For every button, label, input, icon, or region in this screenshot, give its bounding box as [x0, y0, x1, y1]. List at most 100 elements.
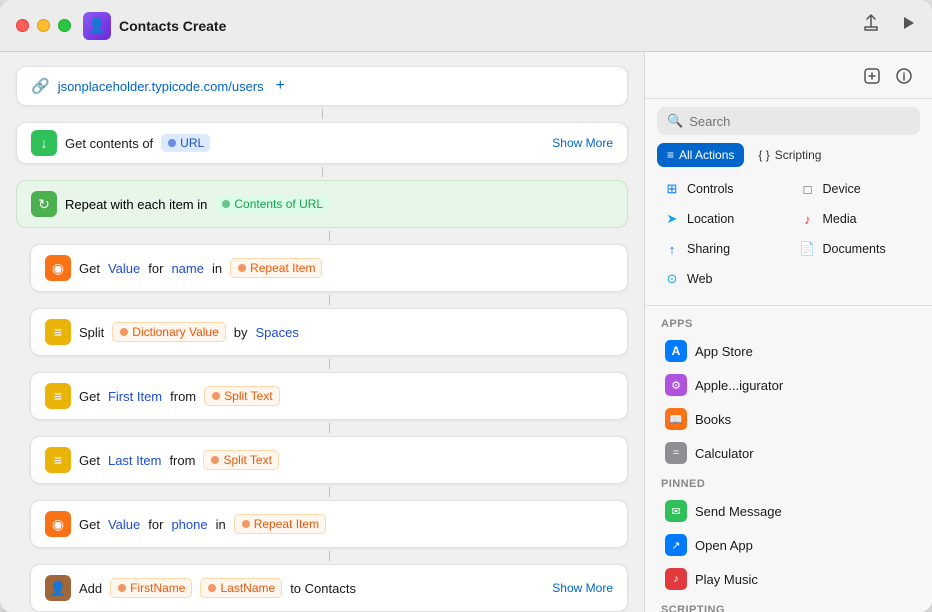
value-word: Value	[108, 261, 140, 276]
url-bar[interactable]: 🔗 jsonplaceholder.typicode.com/users +	[16, 66, 628, 106]
connector-6	[30, 423, 628, 433]
all-actions-label: All Actions	[679, 148, 734, 162]
list-item-play-music[interactable]: ♪ Play Music	[657, 562, 920, 596]
workflow-panel: 🔗 jsonplaceholder.typicode.com/users + ↓…	[0, 52, 644, 612]
connector-5	[30, 359, 628, 369]
list-item-calculator[interactable]: = Calculator	[657, 436, 920, 470]
books-icon: 📖	[665, 408, 687, 430]
split-text-token-1: Split Text	[204, 386, 279, 406]
show-more-btn-2[interactable]: Show More	[552, 581, 613, 595]
list-item-books[interactable]: 📖 Books	[657, 402, 920, 436]
search-bar[interactable]: 🔍	[657, 107, 920, 135]
sharing-icon: ↑	[663, 240, 681, 258]
apple-config-label: Apple...igurator	[695, 378, 783, 393]
connector-7	[30, 487, 628, 497]
apps-section-header: Apps	[657, 310, 920, 334]
list-item-app-store[interactable]: A App Store	[657, 334, 920, 368]
repeat-label: Repeat with each item in	[65, 197, 207, 212]
search-input[interactable]	[689, 114, 910, 129]
info-button[interactable]	[890, 62, 918, 90]
repeat-item-token-1: Repeat Item	[230, 258, 322, 278]
cat-documents[interactable]: 📄 Documents	[793, 235, 921, 263]
calculator-label: Calculator	[695, 446, 754, 461]
by-label: by	[234, 325, 248, 340]
get-contents-block[interactable]: ↓ Get contents of URL Show More	[16, 122, 628, 164]
split-label: Split	[79, 325, 104, 340]
list-item-apple-configurator[interactable]: ⚙ Apple...igurator	[657, 368, 920, 402]
play-music-icon: ♪	[665, 568, 687, 590]
url-token: URL	[161, 134, 210, 152]
get-first-icon: ≡	[45, 383, 71, 409]
get-last-icon: ≡	[45, 447, 71, 473]
cat-sharing[interactable]: ↑ Sharing	[657, 235, 785, 263]
app-store-label: App Store	[695, 344, 753, 359]
send-message-label: Send Message	[695, 504, 782, 519]
web-icon: ⊙	[663, 270, 681, 288]
run-button[interactable]	[900, 15, 916, 36]
split-text-token-2: Split Text	[203, 450, 278, 470]
list-item-send-message[interactable]: ✉ Send Message	[657, 494, 920, 528]
add-contacts-block[interactable]: 👤 Add FirstName LastName to Contacts Sho…	[30, 564, 628, 612]
show-more-btn-1[interactable]: Show More	[552, 136, 613, 150]
repeat-block[interactable]: ↻ Repeat with each item in Contents of U…	[16, 180, 628, 228]
add-action-button[interactable]	[858, 62, 886, 90]
phone-word: phone	[171, 517, 207, 532]
cat-device[interactable]: □ Device	[793, 175, 921, 203]
get-label: Get	[79, 261, 100, 276]
url-text: jsonplaceholder.typicode.com/users	[58, 79, 264, 94]
tab-all-actions[interactable]: ≡ All Actions	[657, 143, 744, 167]
titlebar-actions	[862, 14, 916, 37]
app-icon: 👤	[83, 12, 111, 40]
actions-grid: ⊞ Controls □ Device ➤ Location ♪ Media ↑	[645, 175, 932, 301]
panel-list: Apps A App Store ⚙ Apple...igurator 📖 Bo…	[645, 310, 932, 612]
list-item-open-app[interactable]: ↗ Open App	[657, 528, 920, 562]
cat-web[interactable]: ⊙ Web	[657, 265, 785, 293]
controls-icon: ⊞	[663, 180, 681, 198]
cat-controls[interactable]: ⊞ Controls	[657, 175, 785, 203]
dict-value-token: Dictionary Value	[112, 322, 225, 342]
get-phone-block[interactable]: ◉ Get Value for phone in Repeat Item	[30, 500, 628, 548]
cat-location[interactable]: ➤ Location	[657, 205, 785, 233]
cat-media[interactable]: ♪ Media	[793, 205, 921, 233]
indent-group: ◉ Get Value for name in Repeat Item ≡ Sp…	[30, 231, 628, 612]
get-value-icon: ◉	[45, 255, 71, 281]
first-item-word: First Item	[108, 389, 162, 404]
close-button[interactable]	[16, 19, 29, 32]
from-label-2: from	[169, 453, 195, 468]
documents-icon: 📄	[799, 240, 817, 258]
app-store-icon: A	[665, 340, 687, 362]
open-app-icon: ↗	[665, 534, 687, 556]
repeat-icon: ↻	[31, 191, 57, 217]
get-last-block[interactable]: ≡ Get Last Item from Split Text	[30, 436, 628, 484]
repeat-item-token-2: Repeat Item	[234, 514, 326, 534]
all-actions-icon: ≡	[667, 148, 674, 162]
add-url-button[interactable]: +	[276, 77, 285, 95]
get-contents-label: Get contents of	[65, 136, 153, 151]
scripting-icon: { }	[758, 148, 769, 162]
for-label-2: for	[148, 517, 163, 532]
main-content: 🔗 jsonplaceholder.typicode.com/users + ↓…	[0, 52, 932, 612]
connector-1	[16, 109, 628, 119]
device-icon: □	[799, 180, 817, 198]
last-item-word: Last Item	[108, 453, 161, 468]
get-first-label: Get	[79, 389, 100, 404]
search-icon: 🔍	[667, 113, 683, 129]
connector-8	[30, 551, 628, 561]
get-phone-icon: ◉	[45, 511, 71, 537]
firstname-token: FirstName	[110, 578, 192, 598]
minimize-button[interactable]	[37, 19, 50, 32]
get-value-name-block[interactable]: ◉ Get Value for name in Repeat Item	[30, 244, 628, 292]
value-word-2: Value	[108, 517, 140, 532]
share-button[interactable]	[862, 14, 880, 37]
tab-scripting[interactable]: { } Scripting	[748, 143, 831, 167]
get-first-block[interactable]: ≡ Get First Item from Split Text	[30, 372, 628, 420]
lastname-token: LastName	[200, 578, 282, 598]
scripting-label: Scripting	[775, 148, 822, 162]
maximize-button[interactable]	[58, 19, 71, 32]
books-label: Books	[695, 412, 731, 427]
to-contacts-label: to Contacts	[290, 581, 356, 596]
from-label-1: from	[170, 389, 196, 404]
split-block[interactable]: ≡ Split Dictionary Value by Spaces	[30, 308, 628, 356]
play-music-label: Play Music	[695, 572, 758, 587]
spaces-word: Spaces	[256, 325, 299, 340]
